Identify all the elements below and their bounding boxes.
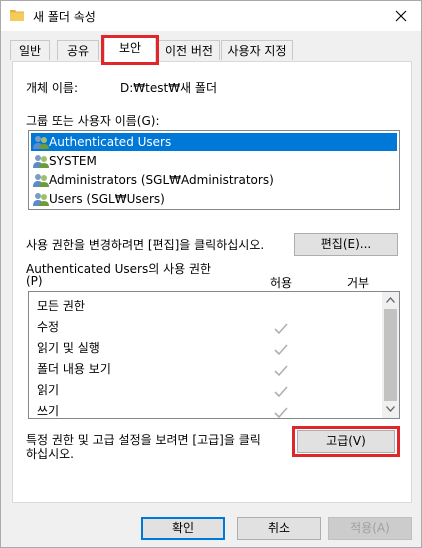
allow-check-icon: [274, 386, 288, 398]
permission-name: 폴더 내용 보기: [37, 362, 111, 376]
permissions-shortcut: (P): [26, 274, 43, 288]
permissions-scrollbar[interactable]: [382, 292, 399, 418]
close-icon: [395, 10, 407, 22]
window-title: 새 폴더 속성: [33, 10, 96, 24]
scroll-down-icon[interactable]: [386, 406, 395, 412]
user-item[interactable]: Administrators (SGL₩Administrators): [31, 171, 397, 189]
tab-general[interactable]: 일반: [10, 40, 50, 60]
permission-row: 폴더 내용 보기: [37, 359, 111, 379]
users-group-icon: [33, 191, 49, 207]
folder-icon: [10, 9, 24, 21]
object-name-value: D:₩test₩새 폴더: [120, 81, 217, 95]
deny-column-header: 거부: [347, 276, 370, 290]
object-name-label: 개체 이름:: [26, 81, 79, 95]
permissions-listbox[interactable]: 모든 권한 수정 읽기 및 실행 폴더 내용 보기 읽기 쓰기: [28, 291, 400, 419]
permission-name: 모든 권한: [37, 299, 85, 313]
permission-row: 모든 권한: [37, 296, 85, 316]
user-name: Users (SGL₩Users): [49, 192, 165, 206]
advanced-hint-line2: 하십시오.: [26, 447, 74, 461]
permission-name: 쓰기: [37, 404, 60, 418]
ok-button[interactable]: 확인: [141, 517, 225, 540]
permission-row: 쓰기: [37, 401, 60, 418]
user-name: SYSTEM: [49, 154, 97, 168]
user-name: Administrators (SGL₩Administrators): [49, 173, 274, 187]
users-group-icon: [33, 172, 49, 188]
permission-name: 읽기: [37, 383, 60, 397]
user-item[interactable]: Authenticated Users: [31, 133, 397, 151]
apply-button[interactable]: 적용(A): [328, 517, 412, 540]
users-group-icon: [33, 153, 49, 169]
edit-hint: 사용 권한을 변경하려면 [편집]을 클릭하십시오.: [26, 238, 265, 252]
tab-customize[interactable]: 사용자 지정: [221, 40, 293, 60]
user-item[interactable]: Users (SGL₩Users): [31, 190, 397, 208]
tab-previous-versions[interactable]: 이전 버전: [158, 40, 220, 60]
permission-name: 수정: [37, 320, 60, 334]
permissions-title: Authenticated Users의 사용 권한: [26, 262, 212, 276]
users-listbox[interactable]: Authenticated Users SYSTEM Administrator…: [28, 130, 400, 210]
edit-button[interactable]: 편집(E)...: [294, 233, 398, 256]
user-name: Authenticated Users: [49, 135, 172, 149]
allow-check-icon: [274, 323, 288, 335]
permission-row: 수정: [37, 317, 59, 337]
allow-check-icon: [274, 365, 288, 377]
close-button[interactable]: [381, 1, 421, 31]
scrollbar-thumb[interactable]: [384, 309, 397, 401]
tab-security[interactable]: 보안: [104, 37, 156, 62]
allow-column-header: 허용: [270, 276, 293, 290]
users-group-icon: [33, 134, 49, 150]
allow-check-icon: [274, 407, 288, 418]
users-label: 그룹 또는 사용자 이름(G):: [26, 114, 160, 128]
allow-check-icon: [274, 344, 288, 356]
permission-name: 읽기 및 실행: [37, 341, 100, 355]
tab-sharing[interactable]: 공유: [57, 40, 99, 60]
properties-dialog: 새 폴더 속성 일반 공유 보안 이전 버전 사용자 지정 개체 이름: D:₩…: [0, 0, 422, 548]
user-item[interactable]: SYSTEM: [31, 152, 397, 170]
title-bar: 새 폴더 속성: [1, 1, 421, 31]
permission-row: 읽기: [37, 380, 59, 400]
scroll-up-icon[interactable]: [386, 297, 395, 303]
permission-row: 읽기 및 실행: [37, 338, 100, 358]
cancel-button[interactable]: 취소: [237, 517, 321, 540]
advanced-button[interactable]: 고급(V): [297, 430, 395, 453]
